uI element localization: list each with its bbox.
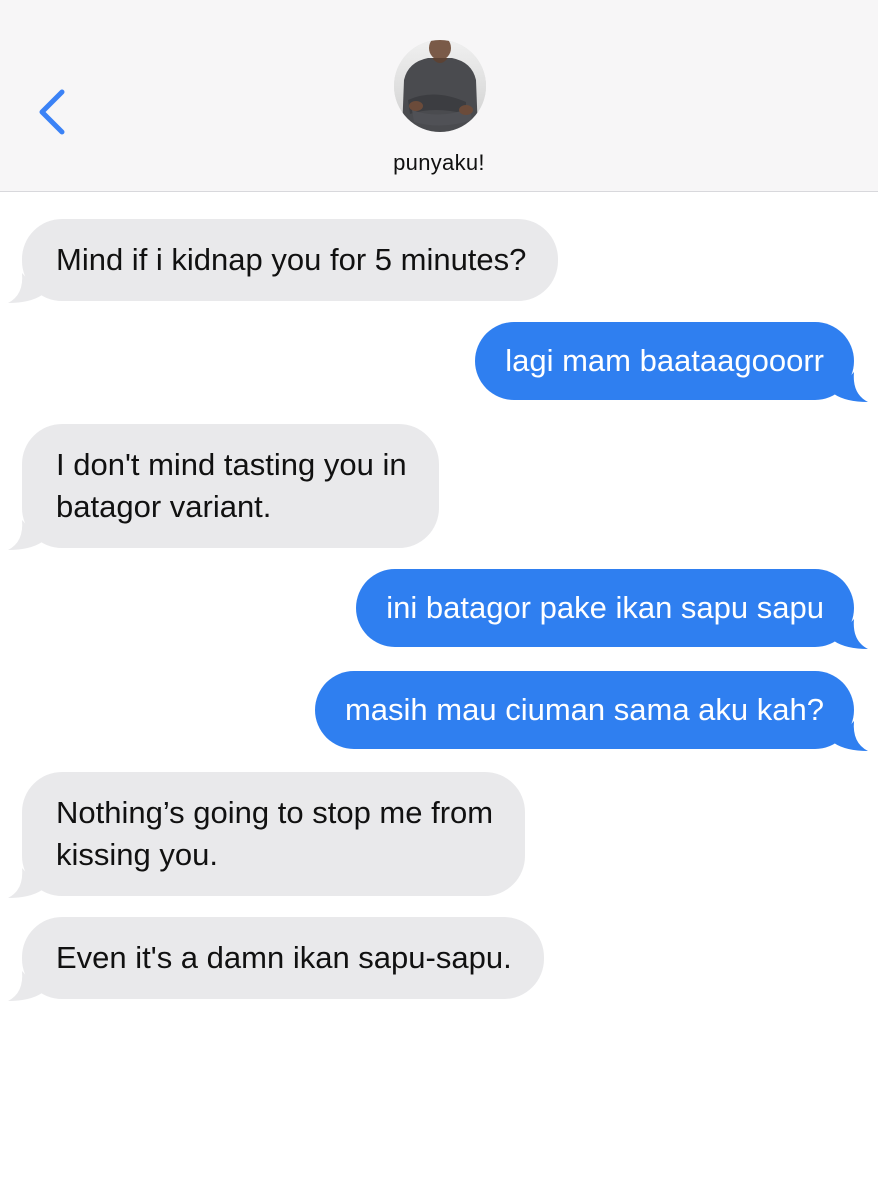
bubble-tail-icon (8, 273, 42, 303)
message-text-line: Nothing’s going to stop me from (56, 795, 494, 830)
chevron-left-icon (39, 89, 65, 135)
contact-name[interactable]: punyaku! (0, 150, 878, 176)
bubble-tail-icon (8, 868, 42, 898)
incoming-message[interactable]: Nothing’s going to stop me from kissing … (8, 772, 526, 898)
message-text: Mind if i kidnap you for 5 minutes? (56, 242, 527, 277)
incoming-message[interactable]: Mind if i kidnap you for 5 minutes? (8, 219, 559, 303)
conversation-header: punyaku! (0, 0, 878, 192)
message-text-line: I don't mind tasting you in (56, 447, 407, 482)
outgoing-message[interactable]: masih mau ciuman sama aku kah? (314, 671, 868, 751)
avatar-photo (394, 40, 486, 132)
back-button[interactable] (30, 84, 76, 140)
message-text-line: kissing you. (56, 837, 218, 872)
message-text: masih mau ciuman sama aku kah? (344, 692, 824, 727)
message-text: ini batagor pake ikan sapu sapu (386, 590, 824, 625)
message-text-line: batagor variant. (56, 489, 272, 524)
outgoing-message[interactable]: ini batagor pake ikan sapu sapu (356, 569, 868, 649)
outgoing-message[interactable]: lagi mam baataagooorr (475, 322, 868, 402)
bubble-tail-icon (8, 971, 42, 1001)
message-thread: Mind if i kidnap you for 5 minutes? lagi… (0, 192, 878, 1200)
bubble-tail-icon (834, 721, 868, 751)
messages-screen: punyaku! Mind if i kidnap you for 5 minu… (0, 0, 878, 1200)
bubble-tail-icon (834, 619, 868, 649)
bubble-tail-icon (834, 372, 868, 402)
bubble-tail-icon (8, 520, 42, 550)
message-text: Even it's a damn ikan sapu-sapu. (56, 940, 512, 975)
message-text: lagi mam baataagooorr (505, 343, 824, 378)
contact-avatar[interactable] (394, 40, 486, 132)
incoming-message[interactable]: Even it's a damn ikan sapu-sapu. (8, 917, 544, 1001)
incoming-message[interactable]: I don't mind tasting you in batagor vari… (8, 424, 439, 550)
